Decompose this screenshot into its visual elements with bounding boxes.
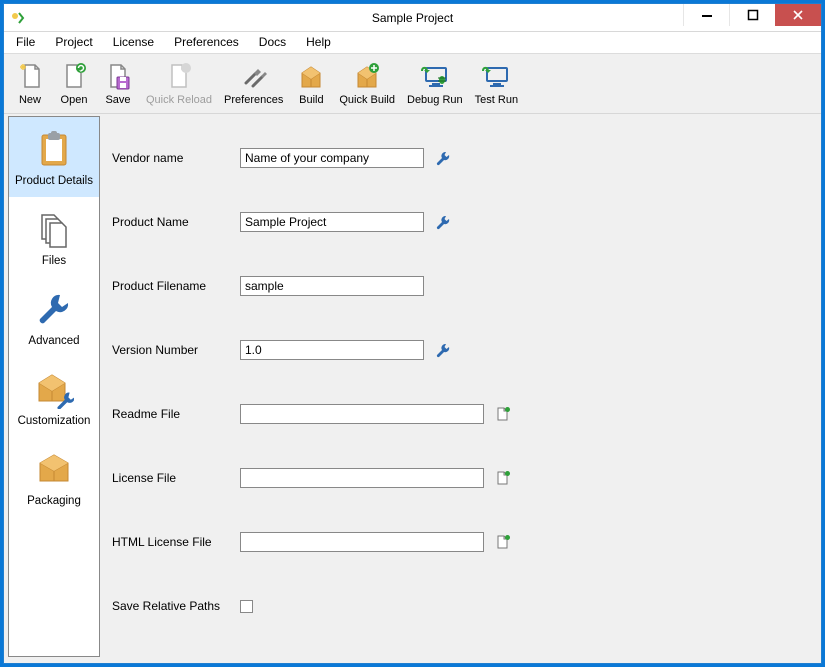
debug-run-icon	[419, 60, 451, 92]
label-version-number: Version Number	[112, 343, 240, 357]
input-product-name[interactable]	[240, 212, 424, 232]
input-html-license-file[interactable]	[240, 532, 484, 552]
label-license-file: License File	[112, 471, 240, 485]
input-readme-file[interactable]	[240, 404, 484, 424]
variable-button-product-name[interactable]	[434, 213, 452, 231]
row-html-license-file: HTML License File	[112, 510, 805, 574]
row-save-relative-paths: Save Relative Paths	[112, 574, 805, 638]
tab-advanced[interactable]: Advanced	[9, 277, 99, 357]
tab-packaging[interactable]: Packaging	[9, 437, 99, 517]
label-save-relative-paths: Save Relative Paths	[112, 599, 240, 613]
toolbar-quick-build[interactable]: Quick Build	[335, 58, 399, 108]
toolbar-save-label: Save	[105, 94, 130, 106]
row-version-number: Version Number	[112, 318, 805, 382]
menu-file[interactable]: File	[6, 32, 45, 53]
variable-button-vendor-name[interactable]	[434, 149, 452, 167]
file-browse-icon	[495, 534, 511, 550]
label-vendor-name: Vendor name	[112, 151, 240, 165]
toolbar-quick-reload-label: Quick Reload	[146, 94, 212, 106]
toolbar-test-run[interactable]: Test Run	[471, 58, 522, 108]
tab-customization[interactable]: Customization	[9, 357, 99, 437]
label-product-filename: Product Filename	[112, 279, 240, 293]
test-run-icon	[480, 60, 512, 92]
variable-button-version-number[interactable]	[434, 341, 452, 359]
file-browse-icon	[495, 406, 511, 422]
files-icon	[34, 209, 74, 249]
preferences-icon	[238, 60, 270, 92]
browse-button-readme[interactable]	[494, 405, 512, 423]
minimize-button[interactable]	[683, 4, 729, 26]
new-file-icon	[14, 60, 46, 92]
toolbar-open[interactable]: Open	[54, 58, 94, 108]
toolbar-build-label: Build	[299, 94, 323, 106]
open-file-icon	[58, 60, 90, 92]
form-panel: Vendor name Product Name Product Filenam…	[100, 116, 817, 657]
content-area: Product Details Files Ad	[8, 116, 817, 657]
toolbar-new-label: New	[19, 94, 41, 106]
browse-button-html-license[interactable]	[494, 533, 512, 551]
toolbar-open-label: Open	[61, 94, 88, 106]
save-icon	[102, 60, 134, 92]
label-product-name: Product Name	[112, 215, 240, 229]
maximize-button[interactable]	[729, 4, 775, 26]
toolbar-build[interactable]: Build	[291, 58, 331, 108]
menu-project[interactable]: Project	[45, 32, 102, 53]
wrench-small-icon	[435, 214, 451, 230]
toolbar-debug-run[interactable]: Debug Run	[403, 58, 467, 108]
row-product-filename: Product Filename	[112, 254, 805, 318]
wrench-small-icon	[435, 342, 451, 358]
tab-customization-label: Customization	[18, 415, 91, 427]
quick-reload-icon	[163, 60, 195, 92]
input-vendor-name[interactable]	[240, 148, 424, 168]
toolbar-quick-build-label: Quick Build	[339, 94, 395, 106]
input-version-number[interactable]	[240, 340, 424, 360]
input-product-filename[interactable]	[240, 276, 424, 296]
menu-help[interactable]: Help	[296, 32, 341, 53]
side-tabs: Product Details Files Ad	[8, 116, 100, 657]
box-icon	[34, 449, 74, 489]
toolbar-debug-run-label: Debug Run	[407, 94, 463, 106]
menu-license[interactable]: License	[103, 32, 164, 53]
row-readme-file: Readme File	[112, 382, 805, 446]
toolbar-save[interactable]: Save	[98, 58, 138, 108]
wrench-icon	[34, 289, 74, 329]
titlebar: Sample Project	[4, 4, 821, 32]
toolbar-preferences-label: Preferences	[224, 94, 283, 106]
tab-product-details[interactable]: Product Details	[9, 117, 99, 197]
menubar: File Project License Preferences Docs He…	[4, 32, 821, 54]
tab-files-label: Files	[42, 255, 66, 267]
wrench-small-icon	[435, 150, 451, 166]
label-html-license-file: HTML License File	[112, 535, 240, 549]
window-controls	[683, 4, 821, 31]
app-window: Sample Project File Project License Pref…	[3, 3, 822, 664]
quick-build-icon	[351, 60, 383, 92]
input-license-file[interactable]	[240, 468, 484, 488]
tab-advanced-label: Advanced	[28, 335, 79, 347]
file-browse-icon	[495, 470, 511, 486]
tab-packaging-label: Packaging	[27, 495, 81, 507]
clipboard-icon	[34, 129, 74, 169]
toolbar-test-run-label: Test Run	[475, 94, 518, 106]
row-vendor-name: Vendor name	[112, 126, 805, 190]
close-button[interactable]	[775, 4, 821, 26]
browse-button-license[interactable]	[494, 469, 512, 487]
toolbar-quick-reload[interactable]: Quick Reload	[142, 58, 216, 108]
tab-files[interactable]: Files	[9, 197, 99, 277]
toolbar-preferences[interactable]: Preferences	[220, 58, 287, 108]
box-wrench-icon	[34, 369, 74, 409]
tab-product-details-label: Product Details	[15, 175, 93, 187]
checkbox-save-relative-paths[interactable]	[240, 600, 253, 613]
row-license-file: License File	[112, 446, 805, 510]
toolbar: New Open	[4, 54, 821, 114]
row-product-name: Product Name	[112, 190, 805, 254]
menu-docs[interactable]: Docs	[249, 32, 296, 53]
app-icon	[10, 10, 26, 26]
label-readme-file: Readme File	[112, 407, 240, 421]
menu-preferences[interactable]: Preferences	[164, 32, 249, 53]
toolbar-new[interactable]: New	[10, 58, 50, 108]
build-icon	[295, 60, 327, 92]
